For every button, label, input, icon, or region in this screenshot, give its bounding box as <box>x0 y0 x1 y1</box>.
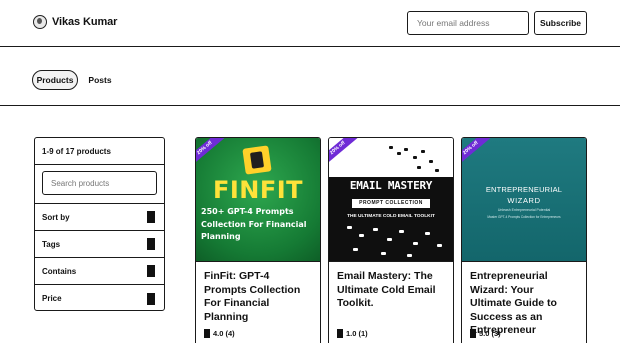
product-card-email-mastery[interactable]: EMAIL MASTERY PROMPT COLLECTION THE ULTI… <box>328 137 454 343</box>
mail-icon <box>425 232 430 235</box>
rating-text: 1.0 (1) <box>346 329 368 338</box>
product-rating: 1.0 (1) <box>337 329 368 338</box>
brand-name[interactable]: Vikas Kumar <box>52 16 117 28</box>
product-count: 1-9 of 17 products <box>35 138 164 165</box>
mail-icon <box>347 226 352 229</box>
filter-label: Price <box>42 294 62 303</box>
filter-panel: 1-9 of 17 products Sort by Tags Contains… <box>34 137 165 311</box>
tab-bar: Products Posts <box>0 47 620 106</box>
mail-icon <box>407 254 412 257</box>
filter-label: Contains <box>42 266 77 276</box>
star-icon <box>337 329 343 338</box>
mail-icon <box>413 156 417 159</box>
mail-icon <box>359 234 364 237</box>
mail-icon <box>437 244 442 247</box>
product-cover-image[interactable]: EMAIL MASTERY PROMPT COLLECTION THE ULTI… <box>329 138 453 262</box>
book-icon <box>242 145 272 175</box>
chevron-down-icon <box>147 292 155 305</box>
mail-icon <box>404 148 408 151</box>
tab-products[interactable]: Products <box>32 70 78 90</box>
mail-icon <box>435 169 439 172</box>
product-rating: 4.0 (4) <box>204 329 235 338</box>
mail-icon <box>387 238 392 241</box>
cover-subline-2: Master GPT-4 Prompts Collection for Entr… <box>487 215 561 219</box>
cover-headline-2: WIZARD <box>507 196 541 205</box>
filter-tags[interactable]: Tags <box>35 231 164 258</box>
chevron-down-icon <box>147 211 155 223</box>
filter-label: Sort by <box>42 212 70 222</box>
mail-icon <box>399 230 404 233</box>
product-card-finfit[interactable]: FINFIT 250+ GPT-4 Prompts Collection For… <box>195 137 321 343</box>
search-container <box>35 165 164 204</box>
avatar-icon <box>33 15 47 29</box>
subscribe-button[interactable]: Subscribe <box>534 11 587 35</box>
cover-headline: ENTREPRENEURIAL <box>485 185 563 194</box>
product-title[interactable]: Entrepreneurial Wizard: Your Ultimate Gu… <box>462 262 586 338</box>
cover-subline: Unleash Entrepreneurial Potential <box>497 208 551 212</box>
star-icon <box>470 329 476 338</box>
filter-price[interactable]: Price <box>35 285 164 312</box>
mail-icon <box>421 150 425 153</box>
chevron-down-icon <box>147 238 155 250</box>
mail-icon <box>417 166 421 169</box>
star-icon <box>204 329 210 338</box>
mail-icon <box>353 248 358 251</box>
product-title[interactable]: Email Mastery: The Ultimate Cold Email T… <box>329 262 453 311</box>
site-header: Vikas Kumar Subscribe <box>0 0 620 47</box>
mail-icon <box>397 152 401 155</box>
product-cover-image[interactable]: ENTREPRENEURIAL WIZARD Unleash Entrepren… <box>462 138 586 262</box>
filter-label: Tags <box>42 239 61 249</box>
email-field[interactable] <box>407 11 529 35</box>
brand[interactable]: Vikas Kumar <box>33 15 117 29</box>
tab-posts[interactable]: Posts <box>86 70 114 90</box>
rating-text: 5.0 (3) <box>479 329 501 338</box>
product-card-entrepreneurial-wizard[interactable]: ENTREPRENEURIAL WIZARD Unleash Entrepren… <box>461 137 587 343</box>
mail-icon <box>389 146 393 149</box>
cover-subline: 250+ GPT-4 Prompts Collection For Financ… <box>201 207 307 241</box>
filter-sort-by[interactable]: Sort by <box>35 204 164 231</box>
filter-contains[interactable]: Contains <box>35 258 164 285</box>
cover-tag: PROMPT COLLECTION <box>352 199 430 208</box>
mail-icon <box>429 160 433 163</box>
mail-icon <box>413 242 418 245</box>
cover-headline: FINFIT <box>212 176 304 204</box>
discount-ribbon: 20% off <box>196 138 227 168</box>
rating-text: 4.0 (4) <box>213 329 235 338</box>
cover-headline: EMAIL MASTERY <box>329 177 453 194</box>
search-input[interactable] <box>42 171 157 195</box>
discount-ribbon: 20% off <box>329 138 360 168</box>
discount-ribbon: 20% off <box>462 138 493 168</box>
mail-icon <box>373 228 378 231</box>
mail-icon <box>381 252 386 255</box>
product-title[interactable]: FinFit: GPT-4 Prompts Collection For Fin… <box>196 262 320 324</box>
product-cover-image[interactable]: FINFIT 250+ GPT-4 Prompts Collection For… <box>196 138 320 262</box>
product-rating: 5.0 (3) <box>470 329 501 338</box>
chevron-down-icon <box>147 265 155 277</box>
cover-subline: THE ULTIMATE COLD EMAIL TOOLKIT <box>347 214 435 219</box>
